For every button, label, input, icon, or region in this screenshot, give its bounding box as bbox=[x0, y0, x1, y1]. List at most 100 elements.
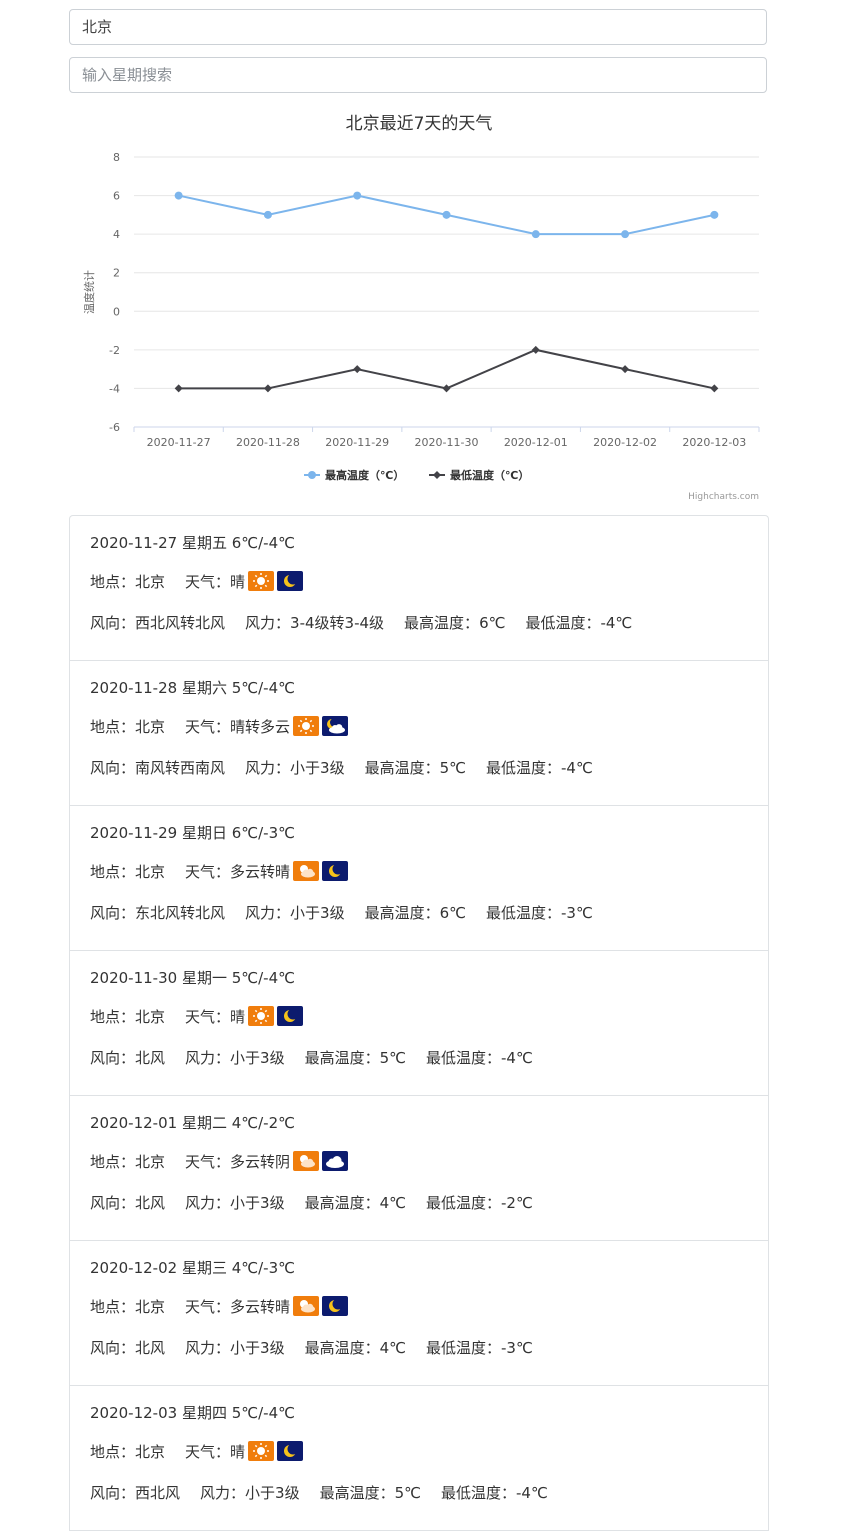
weather-label: 天气： bbox=[185, 1298, 231, 1316]
forecast-list: 2020-11-27 星期五 6℃/-4℃ 地点：北京 天气：晴 风向：西北风转北… bbox=[69, 515, 769, 1531]
y-axis-label: 温度统计 bbox=[82, 270, 96, 314]
high-temp-value: 5℃ bbox=[439, 759, 466, 777]
legend-marker bbox=[308, 471, 316, 479]
location-label: 地点： bbox=[90, 1298, 136, 1316]
data-point bbox=[531, 230, 540, 239]
high-temp-label: 最高温度： bbox=[404, 614, 480, 632]
wind-dir-label: 风向： bbox=[90, 1484, 136, 1502]
forecast-item: 2020-12-01 星期二 4℃/-2℃ 地点：北京 天气：多云转阴 风向：北风… bbox=[70, 1096, 768, 1241]
sun-cloud-icon bbox=[293, 1151, 320, 1171]
forecast-header: 2020-12-02 星期三 4℃/-3℃ bbox=[90, 1259, 295, 1277]
weather-label: 天气： bbox=[185, 1153, 231, 1171]
wind-force-label: 风力： bbox=[200, 1484, 246, 1502]
forecast-weather-row: 地点：北京 天气：晴 bbox=[90, 1441, 304, 1462]
x-tick-label: 2020-11-28 bbox=[236, 436, 300, 449]
low-temp-value: -4℃ bbox=[600, 614, 633, 632]
x-tick-label: 2020-12-03 bbox=[682, 436, 746, 449]
low-temp-value: -3℃ bbox=[561, 904, 593, 922]
y-tick-label: 2 bbox=[113, 267, 120, 280]
location-value: 北京 bbox=[135, 573, 166, 591]
forecast-weather-row: 地点：北京 天气：晴转多云 bbox=[90, 716, 349, 737]
y-tick-label: 6 bbox=[113, 190, 120, 203]
weather-value: 多云转阴 bbox=[230, 1153, 291, 1171]
low-temp-value: -4℃ bbox=[501, 1049, 533, 1067]
location-label: 地点： bbox=[90, 573, 136, 591]
wind-dir-value: 北风 bbox=[135, 1339, 166, 1357]
low-temp-label: 最低温度： bbox=[426, 1049, 502, 1067]
high-temp-value: 5℃ bbox=[394, 1484, 421, 1502]
y-tick-label: 8 bbox=[113, 151, 120, 164]
wind-dir-value: 西北风 bbox=[135, 1484, 181, 1502]
high-temp-value: 4℃ bbox=[379, 1339, 406, 1357]
weather-label: 天气： bbox=[185, 573, 231, 591]
weather-value: 多云转晴 bbox=[230, 863, 291, 881]
moon-cloud-icon bbox=[322, 716, 349, 736]
sun-icon bbox=[248, 1006, 275, 1026]
low-temp-label: 最低温度： bbox=[426, 1339, 502, 1357]
low-temp-label: 最低温度： bbox=[486, 904, 562, 922]
low-temp-value: -4℃ bbox=[516, 1484, 548, 1502]
wind-dir-label: 风向： bbox=[90, 614, 136, 632]
wind-force-value: 小于3级 bbox=[230, 1194, 285, 1212]
forecast-wind-row: 风向：西北风转北风 风力：3-4级转3-4级 最高温度：6℃ 最低温度：-4℃ bbox=[90, 612, 632, 633]
weather-label: 天气： bbox=[185, 1443, 231, 1461]
x-tick-label: 2020-11-30 bbox=[415, 436, 479, 449]
high-temp-label: 最高温度： bbox=[364, 904, 440, 922]
wind-force-label: 风力： bbox=[185, 1049, 231, 1067]
wind-force-label: 风力： bbox=[185, 1339, 231, 1357]
sun-icon bbox=[248, 1441, 275, 1461]
forecast-header: 2020-11-28 星期六 5℃/-4℃ bbox=[90, 679, 295, 697]
x-tick-label: 2020-11-29 bbox=[325, 436, 389, 449]
weather-label: 天气： bbox=[185, 1008, 231, 1026]
data-point bbox=[710, 384, 719, 393]
sun-icon bbox=[248, 571, 275, 591]
wind-force-label: 风力： bbox=[185, 1194, 231, 1212]
forecast-item: 2020-12-02 星期三 4℃/-3℃ 地点：北京 天气：多云转晴 风向：北风… bbox=[70, 1241, 768, 1386]
location-value: 北京 bbox=[135, 863, 166, 881]
sun-icon bbox=[293, 716, 320, 736]
forecast-item: 2020-11-28 星期六 5℃/-4℃ 地点：北京 天气：晴转多云 风向：南风… bbox=[70, 661, 768, 806]
wind-dir-value: 西北风转北风 bbox=[135, 614, 226, 632]
weather-label: 天气： bbox=[185, 863, 231, 881]
forecast-weather-row: 地点：北京 天气：多云转晴 bbox=[90, 861, 349, 882]
x-tick-label: 2020-12-01 bbox=[504, 436, 568, 449]
city-input[interactable]: 北京 bbox=[69, 9, 767, 45]
weather-value: 晴 bbox=[230, 1443, 246, 1461]
legend-marker bbox=[433, 471, 441, 479]
wind-force-value: 小于3级 bbox=[245, 1484, 300, 1502]
wind-force-value: 小于3级 bbox=[230, 1049, 285, 1067]
data-point bbox=[263, 210, 272, 219]
low-temp-value: -3℃ bbox=[501, 1339, 533, 1357]
data-point bbox=[442, 384, 451, 393]
series-line bbox=[178, 348, 715, 390]
forecast-item: 2020-11-29 星期日 6℃/-3℃ 地点：北京 天气：多云转晴 风向：东北… bbox=[70, 806, 768, 951]
data-point bbox=[353, 191, 362, 200]
weekday-search-input[interactable]: 输入星期搜索 bbox=[69, 57, 767, 93]
location-label: 地点： bbox=[90, 863, 136, 881]
data-point bbox=[621, 365, 630, 374]
wind-dir-label: 风向： bbox=[90, 1049, 136, 1067]
y-tick-label: -2 bbox=[109, 344, 120, 357]
legend-label: 最低温度（℃） bbox=[450, 468, 529, 482]
forecast-header: 2020-11-30 星期一 5℃/-4℃ bbox=[90, 969, 295, 987]
low-temp-label: 最低温度： bbox=[426, 1194, 502, 1212]
high-temp-label: 最高温度： bbox=[364, 759, 440, 777]
high-temp-label: 最高温度： bbox=[304, 1049, 380, 1067]
forecast-wind-row: 风向：东北风转北风 风力：小于3级 最高温度：6℃ 最低温度：-3℃ bbox=[90, 902, 593, 923]
high-temp-label: 最高温度： bbox=[304, 1339, 380, 1357]
data-point bbox=[263, 384, 272, 393]
sun-cloud-icon bbox=[293, 1296, 320, 1316]
forecast-header: 2020-11-27 星期五 6℃/-4℃ bbox=[90, 534, 295, 552]
chart-credits: Highcharts.com bbox=[688, 492, 759, 502]
location-label: 地点： bbox=[90, 1443, 136, 1461]
wind-force-value: 3-4级转3-4级 bbox=[290, 614, 385, 632]
wind-dir-label: 风向： bbox=[90, 904, 136, 922]
high-temp-value: 5℃ bbox=[379, 1049, 406, 1067]
moon-icon bbox=[322, 861, 349, 881]
temperature-chart: 北京最近7天的天气 8 6 4 2 0 -2 -4 -6 温度统计 2020-11-27 2020-1… bbox=[82, 114, 760, 502]
wind-dir-label: 风向： bbox=[90, 1194, 136, 1212]
high-temp-label: 最高温度： bbox=[319, 1484, 395, 1502]
high-temp-label: 最高温度： bbox=[304, 1194, 380, 1212]
location-value: 北京 bbox=[135, 718, 166, 736]
legend-label: 最高温度（℃） bbox=[325, 468, 404, 482]
